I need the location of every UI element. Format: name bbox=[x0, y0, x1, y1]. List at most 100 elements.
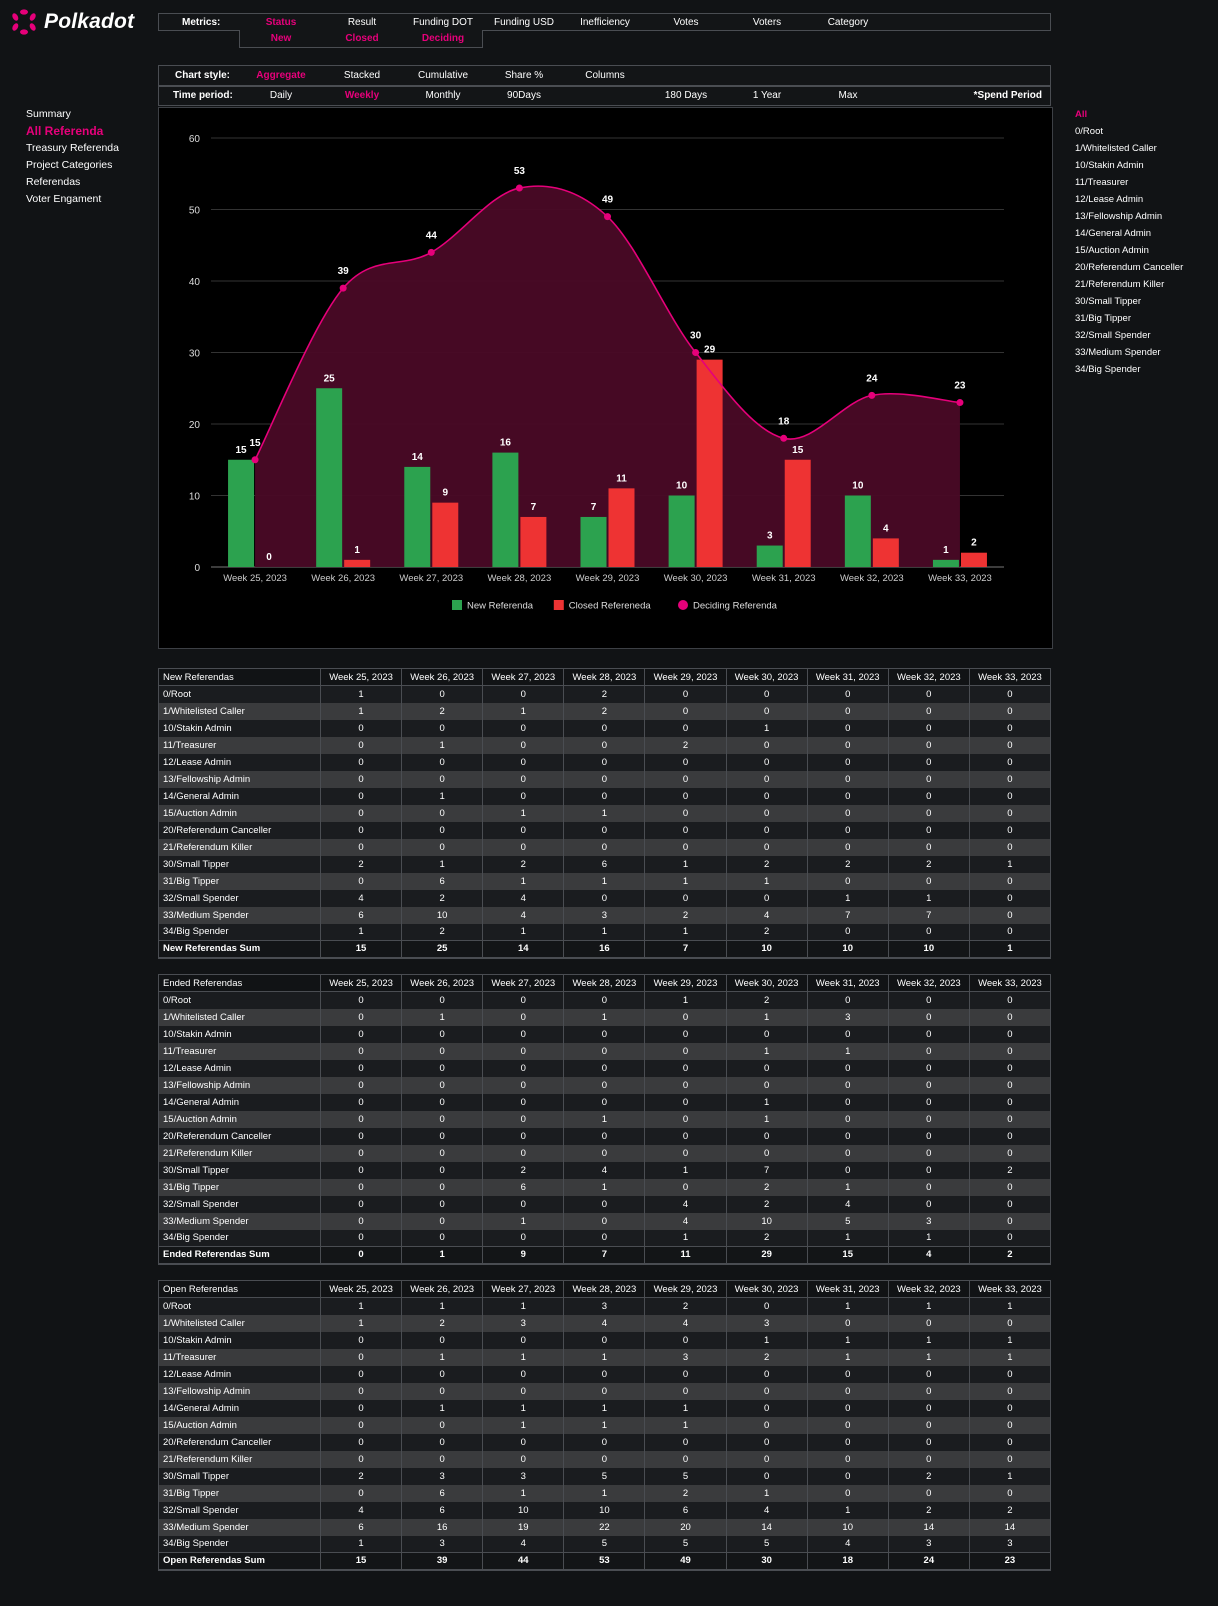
column-header[interactable]: Week 28, 2023 bbox=[563, 668, 646, 686]
metric-category[interactable]: Category bbox=[828, 14, 869, 31]
period-90days[interactable]: 90Days bbox=[507, 87, 541, 105]
cell-value: 2 bbox=[644, 1484, 727, 1502]
polkadot-logo[interactable]: Polkadot bbox=[10, 8, 134, 36]
status-closed[interactable]: Closed bbox=[345, 30, 378, 47]
column-header[interactable]: Week 33, 2023 bbox=[969, 974, 1052, 992]
cell-value: 4 bbox=[320, 889, 403, 907]
metric-funding-dot[interactable]: Funding DOT bbox=[413, 14, 473, 31]
track-30-small-tipper[interactable]: 30/Small Tipper bbox=[1075, 293, 1183, 310]
track-21-referendum-killer[interactable]: 21/Referendum Killer bbox=[1075, 276, 1183, 293]
style-share[interactable]: Share % bbox=[505, 66, 543, 85]
cell-value: 0 bbox=[726, 1059, 808, 1077]
column-header[interactable]: Week 27, 2023 bbox=[482, 1280, 565, 1298]
track-31-big-tipper[interactable]: 31/Big Tipper bbox=[1075, 310, 1183, 327]
column-header[interactable]: Week 30, 2023 bbox=[726, 974, 808, 992]
x-tick-label: Week 32, 2023 bbox=[840, 573, 904, 584]
spend-period-toggle[interactable]: *Spend Period bbox=[974, 87, 1042, 105]
style-cumulative[interactable]: Cumulative bbox=[418, 66, 468, 85]
column-header[interactable]: Week 28, 2023 bbox=[563, 1280, 646, 1298]
period-daily[interactable]: Daily bbox=[270, 87, 292, 105]
column-header[interactable]: Week 25, 2023 bbox=[320, 668, 403, 686]
column-header[interactable]: Week 26, 2023 bbox=[401, 668, 484, 686]
cell-value: 4 bbox=[644, 1314, 727, 1332]
column-header[interactable]: Week 26, 2023 bbox=[401, 1280, 484, 1298]
track-15-auction-admin[interactable]: 15/Auction Admin bbox=[1075, 242, 1183, 259]
track-12-lease-admin[interactable]: 12/Lease Admin bbox=[1075, 191, 1183, 208]
bar-new-referenda bbox=[316, 388, 343, 567]
cell-value: 0 bbox=[401, 1195, 484, 1213]
track-10-stakin-admin[interactable]: 10/Stakin Admin bbox=[1075, 157, 1183, 174]
status-new[interactable]: New bbox=[271, 30, 292, 47]
nav-treasury-referenda[interactable]: Treasury Referenda bbox=[26, 140, 119, 157]
track-34-big-spender[interactable]: 34/Big Spender bbox=[1075, 361, 1183, 378]
nav-project-categories[interactable]: Project Categories bbox=[26, 157, 119, 174]
track-32-small-spender[interactable]: 32/Small Spender bbox=[1075, 327, 1183, 344]
metric-inefficiency[interactable]: Inefficiency bbox=[580, 14, 630, 31]
period-180days[interactable]: 180 Days bbox=[665, 87, 707, 105]
metric-status[interactable]: Status bbox=[266, 14, 297, 31]
cell-value: 0 bbox=[807, 872, 889, 890]
column-header[interactable]: Week 29, 2023 bbox=[644, 1280, 727, 1298]
track-11-treasurer[interactable]: 11/Treasurer bbox=[1075, 174, 1183, 191]
y-tick-label: 20 bbox=[189, 420, 201, 431]
column-header[interactable]: Week 32, 2023 bbox=[888, 974, 970, 992]
metric-votes[interactable]: Votes bbox=[673, 14, 698, 31]
cell-value: 0 bbox=[969, 1110, 1052, 1128]
style-stacked[interactable]: Stacked bbox=[344, 66, 380, 85]
style-aggregate[interactable]: Aggregate bbox=[256, 66, 305, 85]
x-tick-label: Week 26, 2023 bbox=[311, 573, 375, 584]
column-header[interactable]: Week 33, 2023 bbox=[969, 1280, 1052, 1298]
style-columns[interactable]: Columns bbox=[585, 66, 624, 85]
status-deciding[interactable]: Deciding bbox=[422, 30, 464, 47]
sum-label: Ended Referendas Sum bbox=[158, 1246, 321, 1265]
cell-value: 14 bbox=[726, 1518, 808, 1536]
column-header[interactable]: Week 27, 2023 bbox=[482, 974, 565, 992]
column-header[interactable]: Week 31, 2023 bbox=[807, 974, 889, 992]
column-header[interactable]: Week 31, 2023 bbox=[807, 1280, 889, 1298]
period-monthly[interactable]: Monthly bbox=[425, 87, 460, 105]
column-header[interactable]: Week 25, 2023 bbox=[320, 974, 403, 992]
column-header[interactable]: Week 33, 2023 bbox=[969, 668, 1052, 686]
nav-all-referenda[interactable]: All Referenda bbox=[26, 123, 119, 140]
period-1year[interactable]: 1 Year bbox=[753, 87, 781, 105]
column-header[interactable]: Week 29, 2023 bbox=[644, 668, 727, 686]
period-weekly[interactable]: Weekly bbox=[345, 87, 379, 105]
cell-value: 0 bbox=[888, 1110, 970, 1128]
nav-summary[interactable]: Summary bbox=[26, 106, 119, 123]
column-header[interactable]: Week 29, 2023 bbox=[644, 974, 727, 992]
column-header[interactable]: Week 28, 2023 bbox=[563, 974, 646, 992]
track-1-whitelisted-caller[interactable]: 1/Whitelisted Caller bbox=[1075, 140, 1183, 157]
nav-referendas[interactable]: Referendas bbox=[26, 174, 119, 191]
track-14-general-admin[interactable]: 14/General Admin bbox=[1075, 225, 1183, 242]
data-label: 29 bbox=[704, 345, 716, 356]
track-0-root[interactable]: 0/Root bbox=[1075, 123, 1183, 140]
row-label: 1/Whitelisted Caller bbox=[158, 1314, 321, 1332]
column-header[interactable]: Week 30, 2023 bbox=[726, 1280, 808, 1298]
cell-value: 0 bbox=[563, 787, 646, 805]
data-label: 14 bbox=[412, 452, 424, 463]
column-header[interactable]: Week 30, 2023 bbox=[726, 668, 808, 686]
track-all[interactable]: All bbox=[1075, 106, 1183, 123]
column-header[interactable]: Week 31, 2023 bbox=[807, 668, 889, 686]
cell-value: 1 bbox=[482, 804, 565, 822]
track-33-medium-spender[interactable]: 33/Medium Spender bbox=[1075, 344, 1183, 361]
bar-closed-referenda bbox=[960, 552, 987, 567]
data-label: 7 bbox=[591, 502, 597, 513]
cell-value: 0 bbox=[888, 1433, 970, 1451]
column-header[interactable]: Week 32, 2023 bbox=[888, 1280, 970, 1298]
metric-result[interactable]: Result bbox=[348, 14, 376, 31]
sum-value: 14 bbox=[482, 940, 565, 959]
metric-funding-usd[interactable]: Funding USD bbox=[494, 14, 554, 31]
period-max[interactable]: Max bbox=[839, 87, 858, 105]
nav-voter-engagement[interactable]: Voter Engament bbox=[26, 191, 119, 208]
column-header[interactable]: Week 25, 2023 bbox=[320, 1280, 403, 1298]
metric-voters[interactable]: Voters bbox=[753, 14, 781, 31]
cell-value: 0 bbox=[320, 1348, 403, 1366]
table-row: 10/Stakin Admin 0 0 0 0 0 1 0 0 0 bbox=[158, 719, 1052, 737]
column-header[interactable]: Week 27, 2023 bbox=[482, 668, 565, 686]
column-header[interactable]: Week 32, 2023 bbox=[888, 668, 970, 686]
column-header[interactable]: Week 26, 2023 bbox=[401, 974, 484, 992]
track-13-fellowship-admin[interactable]: 13/Fellowship Admin bbox=[1075, 208, 1183, 225]
track-20-referendum-canceller[interactable]: 20/Referendum Canceller bbox=[1075, 259, 1183, 276]
cell-value: 1 bbox=[563, 1178, 646, 1196]
